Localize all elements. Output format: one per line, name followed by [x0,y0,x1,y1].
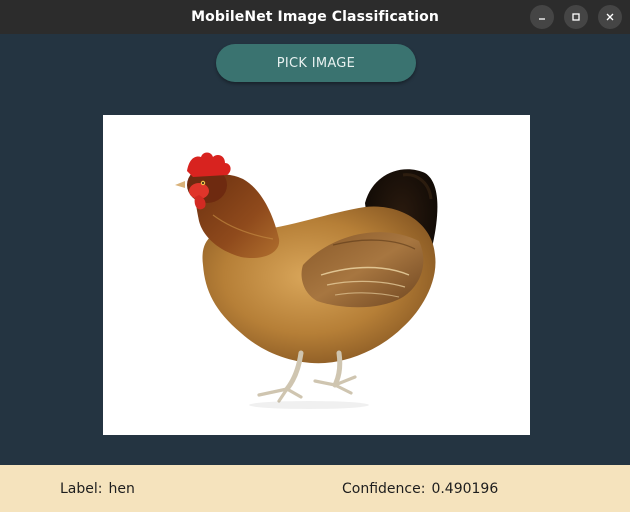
window-title: MobileNet Image Classification [191,9,439,25]
confidence-value: 0.490196 [431,480,499,497]
label-caption: Label: [60,480,103,497]
hen-image [103,115,530,435]
minimize-button[interactable] [530,5,554,29]
image-preview [103,115,530,435]
close-button[interactable] [598,5,622,29]
result-bar: Label: hen Confidence: 0.490196 [0,465,630,512]
minimize-icon [539,18,545,20]
label-value: hen [108,480,135,497]
main-content: PICK IMAGE [0,34,630,465]
app-window: MobileNet Image Classification PICK IMAG… [0,0,630,512]
window-controls [530,5,622,29]
confidence-caption: Confidence: [342,480,426,497]
confidence-field: Confidence: 0.490196 [342,465,498,512]
title-bar[interactable]: MobileNet Image Classification [0,0,630,34]
label-field: Label: hen [60,465,135,512]
pick-image-button[interactable]: PICK IMAGE [216,44,416,82]
close-icon [606,13,614,21]
maximize-icon [572,13,580,21]
maximize-button[interactable] [564,5,588,29]
